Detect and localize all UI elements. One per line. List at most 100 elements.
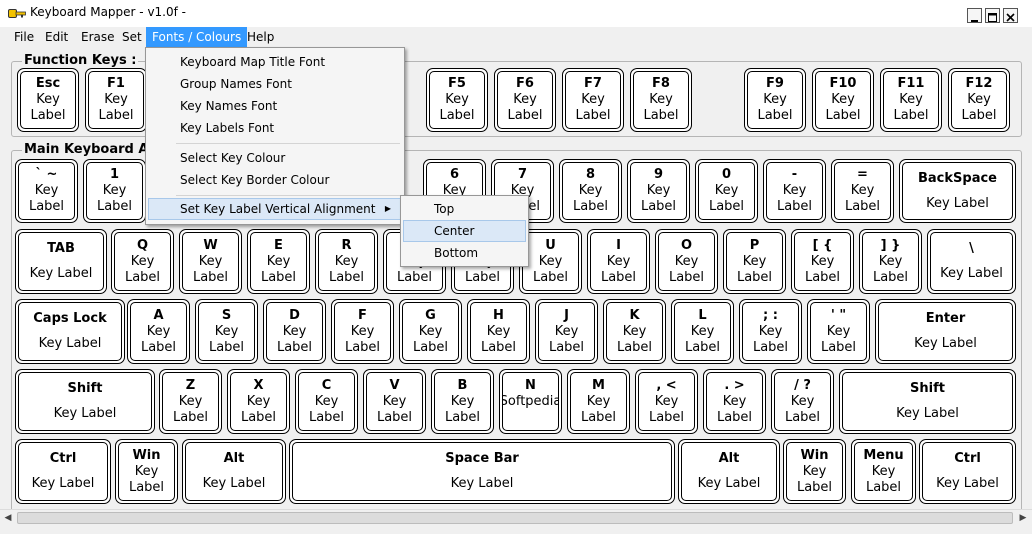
keyboard-key[interactable]: O Key Label	[655, 229, 718, 294]
keyboard-key[interactable]: BackSpace Key Label	[899, 159, 1016, 223]
scroll-right-icon[interactable]: ▶	[1017, 512, 1029, 524]
menu-file[interactable]: File	[8, 27, 40, 47]
keyboard-key[interactable]: Z Key Label	[159, 369, 222, 434]
menu-help[interactable]: Help	[241, 27, 280, 47]
submenu-item-top[interactable]: Top	[403, 198, 526, 220]
keyboard-key[interactable]: V Key Label	[363, 369, 426, 434]
keyboard-key[interactable]: Win Key Label	[115, 439, 178, 504]
keyboard-key[interactable]: F7 Key Label	[562, 68, 624, 132]
keyboard-key[interactable]: F Key Label	[331, 299, 394, 364]
keyboard-key[interactable]: Esc Key Label	[17, 68, 79, 132]
keyboard-key[interactable]: I Key Label	[587, 229, 650, 294]
keyboard-key[interactable]: ' " Key Label	[807, 299, 870, 364]
key-label: Label	[412, 339, 449, 355]
keyboard-key[interactable]: K Key Label	[603, 299, 666, 364]
keyboard-key[interactable]: E Key Label	[247, 229, 310, 294]
menu-edit[interactable]: Edit	[39, 27, 74, 47]
maximize-button[interactable]	[985, 8, 1000, 23]
menu-fonts-colours[interactable]: Fonts / Colours	[146, 27, 248, 47]
keyboard-key[interactable]: C Key Label	[295, 369, 358, 434]
keyboard-key[interactable]: \ Key Label	[927, 229, 1016, 294]
horizontal-scrollbar[interactable]: ◀ ▶	[0, 509, 1032, 527]
keyboard-key[interactable]: Space Bar Key Label	[289, 439, 675, 504]
keyboard-key[interactable]: M Key Label	[567, 369, 630, 434]
key-label: Label	[684, 339, 721, 355]
key-label: Key	[538, 253, 563, 269]
keyboard-key[interactable]: 8 Key Label	[559, 159, 622, 223]
keyboard-key[interactable]: F8 Key Label	[630, 68, 692, 132]
key-label: Label	[716, 409, 753, 425]
menu-item-group-names-font[interactable]: Group Names Font	[148, 73, 402, 95]
keyboard-key[interactable]: F11 Key Label	[880, 68, 942, 132]
keyboard-key[interactable]: F10 Key Label	[812, 68, 874, 132]
keyboard-key[interactable]: H Key Label	[467, 299, 530, 364]
key-label: Label	[757, 108, 793, 123]
keyboard-key[interactable]: Alt Key Label	[182, 439, 286, 504]
keyboard-key[interactable]: Ctrl Key Label	[919, 439, 1016, 504]
keyboard-key[interactable]: 9 Key Label	[627, 159, 690, 223]
key-label: Label	[708, 199, 745, 214]
keyboard-key[interactable]: TAB Key Label	[15, 229, 107, 294]
keyboard-key[interactable]: - Key Label	[763, 159, 826, 223]
keyboard-key[interactable]: F5 Key Label	[426, 68, 488, 132]
key-label: Key	[266, 253, 291, 269]
keyboard-key[interactable]: J Key Label	[535, 299, 598, 364]
keyboard-key[interactable]: Shift Key Label	[15, 369, 155, 434]
submenu-item-bottom[interactable]: Bottom	[403, 242, 526, 264]
keyboard-key[interactable]: 1 Key Label	[83, 159, 146, 223]
keyboard-key[interactable]: L Key Label	[671, 299, 734, 364]
keyboard-key[interactable]: B Key Label	[431, 369, 494, 434]
menu-item-key-names-font[interactable]: Key Names Font	[148, 95, 402, 117]
keyboard-key[interactable]: Menu Key Label	[851, 439, 916, 504]
keyboard-key[interactable]: Alt Key Label	[678, 439, 780, 504]
keyboard-key[interactable]: D Key Label	[263, 299, 326, 364]
key-label: Label	[796, 479, 833, 495]
key-name: V	[389, 377, 400, 393]
menu-item-key-colour[interactable]: Select Key Colour	[148, 147, 402, 169]
keyboard-key[interactable]: = Key Label	[831, 159, 894, 223]
keyboard-key[interactable]: R Key Label	[315, 229, 378, 294]
keyboard-key[interactable]: Ctrl Key Label	[15, 439, 111, 504]
key-label: Label	[28, 199, 65, 214]
keyboard-key[interactable]: Enter Key Label	[875, 299, 1016, 364]
keyboard-key[interactable]: ; : Key Label	[739, 299, 802, 364]
close-button[interactable]	[1003, 8, 1018, 23]
keyboard-key[interactable]: N Softpedia	[499, 369, 562, 434]
key-label: Label	[600, 269, 637, 285]
keyboard-key[interactable]: , < Key Label	[635, 369, 698, 434]
keyboard-key[interactable]: W Key Label	[179, 229, 242, 294]
keyboard-key[interactable]: 0 Key Label	[695, 159, 758, 223]
submenu-item-center[interactable]: Center	[403, 220, 526, 242]
keyboard-key[interactable]: / ? Key Label	[771, 369, 834, 434]
key-label: Key	[649, 92, 673, 107]
keyboard-key[interactable]: F9 Key Label	[744, 68, 806, 132]
menu-item-title-font[interactable]: Keyboard Map Title Font	[148, 51, 402, 73]
menu-item-key-border-colour[interactable]: Select Key Border Colour	[148, 169, 402, 191]
keyboard-key[interactable]: Caps Lock Key Label	[15, 299, 125, 364]
keyboard-key[interactable]: F1 Key Label	[85, 68, 147, 132]
keyboard-key[interactable]: Win Key Label	[783, 439, 846, 504]
keyboard-key[interactable]: G Key Label	[399, 299, 462, 364]
keyboard-key[interactable]: S Key Label	[195, 299, 258, 364]
keyboard-key[interactable]: ] } Key Label	[859, 229, 922, 294]
menu-item-key-labels-font[interactable]: Key Labels Font	[148, 117, 402, 139]
scroll-left-icon[interactable]: ◀	[2, 512, 14, 524]
keyboard-key[interactable]: ` ~ Key Label	[15, 159, 78, 223]
key-name: Win	[132, 447, 161, 463]
keyboard-key[interactable]: X Key Label	[227, 369, 290, 434]
keyboard-key[interactable]: [ {Key Label	[791, 229, 854, 294]
keyboard-key[interactable]: Shift Key Label	[839, 369, 1016, 434]
menu-set[interactable]: Set	[116, 27, 148, 47]
keyboard-key[interactable]: F12 Key Label	[948, 68, 1010, 132]
menu-item-vertical-alignment[interactable]: Set Key Label Vertical Alignment ▶	[148, 198, 402, 220]
key-label: Label	[776, 199, 813, 214]
keyboard-key[interactable]: . > Key Label	[703, 369, 766, 434]
keyboard-key[interactable]: Q Key Label	[111, 229, 174, 294]
scroll-thumb[interactable]	[17, 512, 1013, 524]
minimize-button[interactable]	[967, 8, 982, 23]
keyboard-key[interactable]: P Key Label	[723, 229, 786, 294]
keyboard-key[interactable]: F6 Key Label	[494, 68, 556, 132]
menu-erase[interactable]: Erase	[75, 27, 121, 47]
keyboard-key[interactable]: A Key Label	[127, 299, 190, 364]
key-label: Key	[486, 323, 511, 339]
